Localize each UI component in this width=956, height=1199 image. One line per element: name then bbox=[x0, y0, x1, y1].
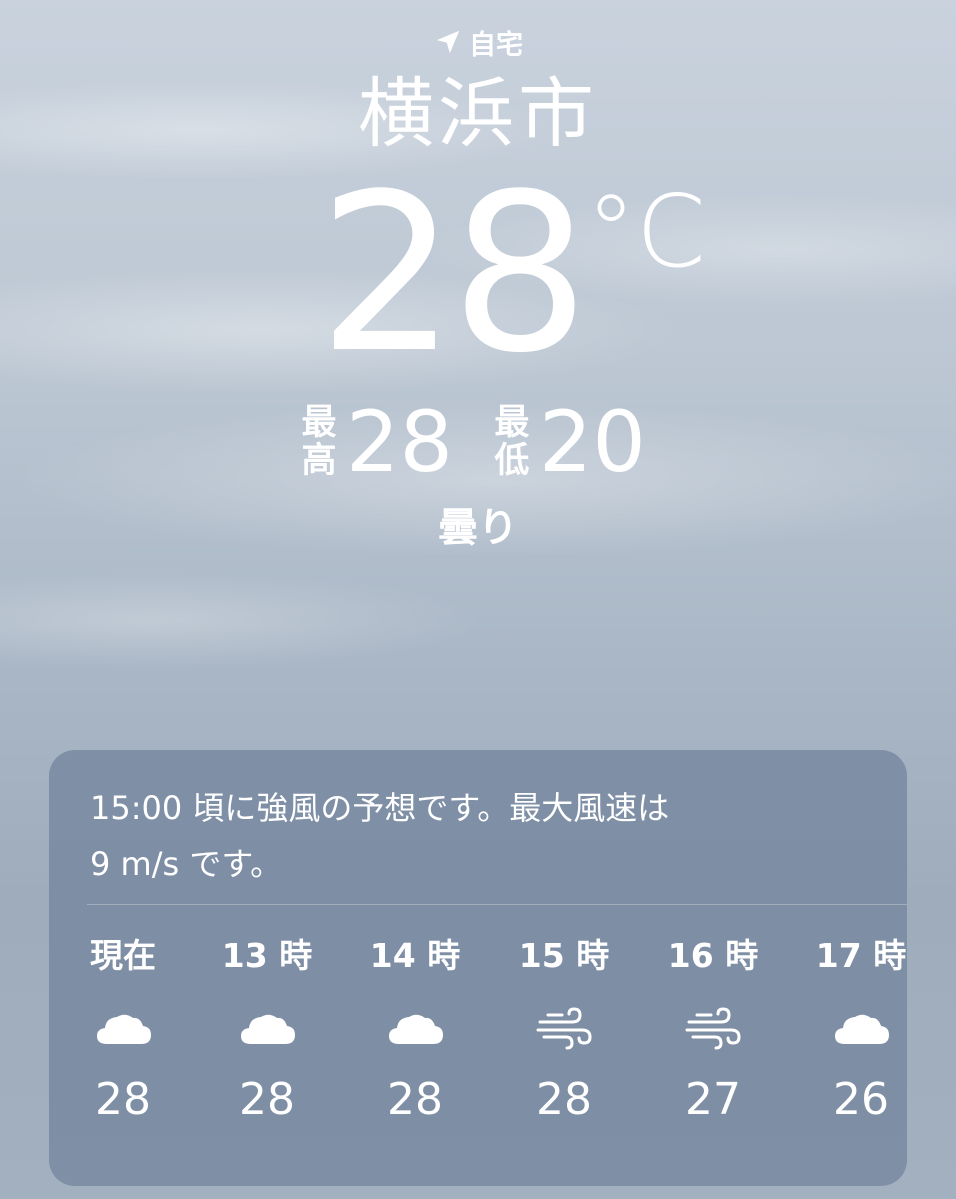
hourly-item: 16 時 27 bbox=[653, 920, 773, 1170]
hourly-item: 17 時 26 bbox=[801, 920, 921, 1170]
location-label: 自宅 bbox=[469, 29, 523, 61]
hour-temperature: 28 bbox=[536, 1074, 592, 1125]
hourly-item: 13 時 28 bbox=[207, 920, 327, 1170]
cloud-icon bbox=[93, 1004, 153, 1054]
hourly-item: 15 時 28 bbox=[504, 920, 624, 1170]
cloud-icon bbox=[237, 1004, 297, 1054]
cloud-icon bbox=[385, 1004, 445, 1054]
hour-label: 現在 bbox=[90, 936, 156, 975]
hourly-item: 現在 28 bbox=[63, 920, 183, 1170]
hourly-item: 14 時 28 bbox=[355, 920, 475, 1170]
low-label: 最低 bbox=[494, 403, 530, 481]
hour-temperature: 28 bbox=[95, 1074, 151, 1125]
location-row: 自宅 bbox=[0, 22, 956, 62]
hour-label: 14 時 bbox=[369, 936, 461, 975]
hour-label: 15 時 bbox=[518, 936, 610, 975]
high-label: 最高 bbox=[301, 403, 337, 481]
location-arrow-icon bbox=[436, 30, 460, 54]
low-temperature: 20 bbox=[538, 393, 646, 491]
hourly-forecast-card[interactable]: 15:00 頃に強風の予想です。最大風速は 9 m/s です。 現在 28 13 時… bbox=[49, 750, 907, 1186]
high-low-row: 最高 28 最低 20 bbox=[300, 393, 646, 491]
wind-alert-text: 15:00 頃に強風の予想です。最大風速は 9 m/s です。 bbox=[90, 789, 670, 883]
hourly-list[interactable]: 現在 28 13 時 28 14 時 28 15 時 28 16 時 27 17 時 26 bbox=[49, 920, 907, 1170]
temperature-unit: °C bbox=[586, 173, 706, 290]
hour-label: 16 時 bbox=[667, 936, 759, 975]
wind-icon bbox=[683, 1004, 743, 1054]
wind-icon bbox=[534, 1004, 594, 1054]
divider bbox=[87, 904, 907, 905]
current-temperature: 28 bbox=[318, 148, 589, 401]
hour-label: 17 時 bbox=[815, 936, 907, 975]
high-temperature: 28 bbox=[346, 393, 453, 491]
hour-temperature: 28 bbox=[239, 1074, 295, 1125]
weather-condition: 曇り bbox=[438, 505, 518, 551]
hour-temperature: 26 bbox=[833, 1074, 889, 1125]
hour-temperature: 27 bbox=[685, 1074, 741, 1125]
cloud-icon bbox=[831, 1004, 891, 1054]
hour-label: 13 時 bbox=[221, 936, 313, 975]
hour-temperature: 28 bbox=[387, 1074, 443, 1125]
